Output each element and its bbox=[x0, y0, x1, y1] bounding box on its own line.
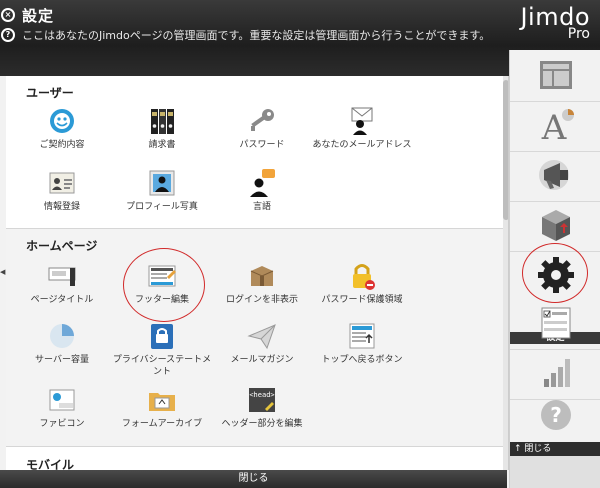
item-server-capacity[interactable]: サーバー容量 bbox=[12, 321, 112, 366]
help-icon: ? bbox=[534, 395, 578, 439]
privacy-icon bbox=[145, 321, 179, 351]
header-controls: × ? bbox=[1, 8, 15, 42]
item-language[interactable]: 言語 bbox=[212, 168, 312, 213]
section-title-mobile: モバイル bbox=[26, 458, 75, 470]
item-label: トップへ戻るボタン bbox=[321, 355, 403, 365]
item-label: メールマガジン bbox=[230, 355, 294, 365]
item-head-edit[interactable]: <head> ヘッダー部分を編集 bbox=[212, 385, 312, 430]
lock-icon bbox=[345, 261, 379, 291]
item-label: ログインを非表示 bbox=[225, 295, 298, 305]
contract-icon bbox=[45, 106, 79, 136]
item-form-archive[interactable]: フォームアーカイブ bbox=[112, 385, 212, 430]
item-profile-photo[interactable]: プロフィール写真 bbox=[112, 168, 212, 213]
favicon-icon bbox=[45, 385, 79, 415]
close-bar[interactable]: 閉じる bbox=[0, 470, 507, 488]
section-homepage: ホームページ ページタイトル フッター編集 ログインを非表示 パスワード保護領域… bbox=[6, 228, 503, 446]
item-newsletter[interactable]: メールマガジン bbox=[212, 321, 312, 366]
item-label: 請求書 bbox=[148, 140, 176, 150]
layout-icon bbox=[534, 57, 578, 97]
help-button[interactable]: ? bbox=[510, 392, 600, 442]
item-label: ファビコン bbox=[39, 419, 85, 429]
svg-text:<head>: <head> bbox=[249, 391, 274, 399]
stats-icon bbox=[534, 353, 578, 397]
key-icon bbox=[245, 106, 279, 136]
item-label: サーバー容量 bbox=[35, 355, 89, 365]
item-email[interactable]: あなたのメールアドレス bbox=[312, 106, 412, 151]
profile-photo-icon bbox=[145, 168, 179, 198]
toolbar-close-button[interactable]: ↑ 閉じる bbox=[510, 442, 600, 456]
back-to-top-icon bbox=[345, 321, 379, 351]
page-title-icon bbox=[45, 261, 79, 291]
email-icon bbox=[345, 106, 379, 136]
box-icon bbox=[534, 205, 578, 249]
font-icon: A bbox=[534, 105, 578, 149]
head-tag-icon: <head> bbox=[245, 385, 279, 415]
font-button[interactable]: A bbox=[510, 102, 600, 152]
checklist-button[interactable] bbox=[510, 300, 600, 350]
item-label: あなたのメールアドレス bbox=[312, 140, 412, 150]
item-favicon[interactable]: ファビコン bbox=[12, 385, 112, 430]
item-password-protection[interactable]: パスワード保護領域 bbox=[312, 261, 412, 306]
item-label: ページタイトル bbox=[30, 295, 94, 305]
promote-button[interactable] bbox=[510, 152, 600, 202]
section-users: ユーザー ご契約内容 請求書 パスワード あなたのメールアドレス 情報登録 プロ… bbox=[6, 76, 503, 228]
page-description: ここはあなたのJimdoページの管理画面です。重要な設定は管理画面から行うことが… bbox=[22, 29, 491, 42]
section-mobile: モバイル bbox=[6, 446, 503, 470]
item-label: プライバシーステートメント bbox=[112, 355, 212, 377]
highlight-circle-footer bbox=[123, 248, 205, 322]
item-invoice[interactable]: 請求書 bbox=[112, 106, 212, 151]
highlight-circle-settings bbox=[522, 243, 588, 303]
settings-panel: ユーザー ご契約内容 請求書 パスワード あなたのメールアドレス 情報登録 プロ… bbox=[6, 76, 509, 470]
item-label: パスワード bbox=[239, 140, 285, 150]
paper-plane-icon bbox=[245, 321, 279, 351]
page-title: 設定 bbox=[22, 7, 55, 25]
language-icon bbox=[245, 168, 279, 198]
section-title-homepage: ホームページ bbox=[26, 239, 98, 253]
toolbar-footer bbox=[510, 456, 600, 488]
item-label: ヘッダー部分を編集 bbox=[221, 419, 303, 429]
item-label: パスワード保護領域 bbox=[321, 295, 403, 305]
item-password[interactable]: パスワード bbox=[212, 106, 312, 151]
invoice-icon bbox=[145, 106, 179, 136]
item-contract[interactable]: ご契約内容 bbox=[12, 106, 112, 151]
item-privacy[interactable]: プライバシーステートメント bbox=[112, 321, 212, 378]
settings-window: × ? 設定 ここはあなたのJimdoページの管理画面です。重要な設定は管理画面… bbox=[0, 0, 600, 488]
item-label: ご契約内容 bbox=[39, 140, 85, 150]
folder-icon bbox=[145, 385, 179, 415]
item-page-title[interactable]: ページタイトル bbox=[12, 261, 112, 306]
megaphone-icon bbox=[534, 155, 578, 199]
collapse-arrow-icon[interactable]: ◀ bbox=[0, 268, 5, 276]
help-circle-icon[interactable]: ? bbox=[1, 28, 15, 42]
item-label: フォームアーカイブ bbox=[121, 419, 203, 429]
svg-text:?: ? bbox=[550, 403, 562, 427]
jimdo-logo: Jimdo Pro bbox=[520, 3, 590, 42]
item-label: プロフィール写真 bbox=[126, 202, 198, 212]
layout-button[interactable] bbox=[510, 52, 600, 102]
checklist-icon bbox=[534, 303, 578, 347]
item-label: 言語 bbox=[252, 202, 271, 212]
item-back-to-top[interactable]: トップへ戻るボタン bbox=[312, 321, 412, 366]
pie-chart-icon bbox=[45, 321, 79, 351]
item-info-registration[interactable]: 情報登録 bbox=[12, 168, 112, 213]
item-login-hide[interactable]: ログインを非表示 bbox=[212, 261, 312, 306]
right-toolbar: A 設定 bbox=[509, 50, 600, 488]
login-hide-icon bbox=[245, 261, 279, 291]
section-title-users: ユーザー bbox=[26, 86, 74, 100]
close-icon[interactable]: × bbox=[1, 8, 15, 22]
id-card-icon bbox=[45, 168, 79, 198]
item-label: 情報登録 bbox=[43, 202, 80, 212]
